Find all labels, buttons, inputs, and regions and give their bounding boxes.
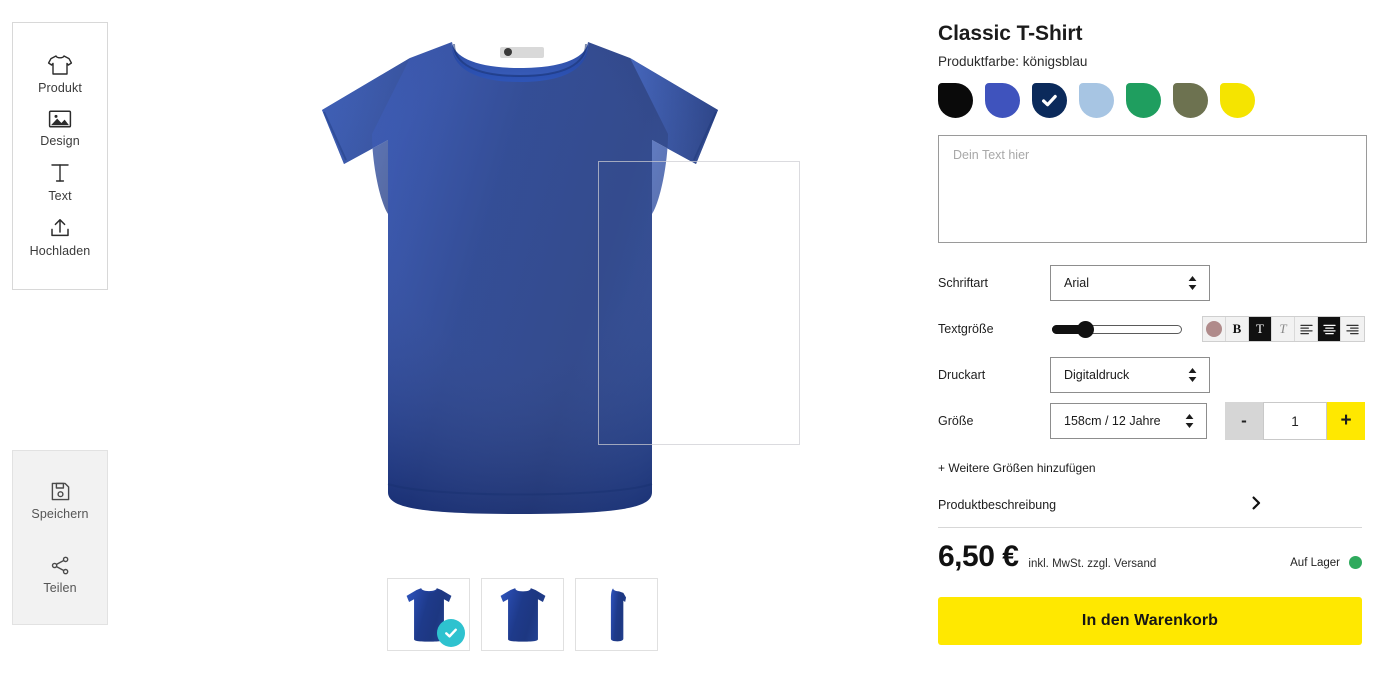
text-format-toolbar: B T T [1202,316,1365,342]
sidebar-label-hochladen: Hochladen [29,244,91,258]
add-more-sizes-link[interactable]: + Weitere Größen hinzufügen [938,461,1365,475]
color-swatch-hellblau[interactable] [1079,83,1114,118]
slider-thumb[interactable] [1077,321,1094,338]
quantity-stepper: - 1 + [1225,402,1365,440]
quantity-decrease-button[interactable]: - [1225,402,1263,440]
sidebar-item-design[interactable]: Design [13,109,107,148]
tool-rail-secondary: Speichern Teilen [12,450,108,625]
color-swatch-blau[interactable] [985,83,1020,118]
chevron-updown-icon [1188,368,1197,382]
chevron-updown-icon [1185,414,1194,428]
product-description-accordion[interactable]: Produktbeschreibung [938,496,1365,527]
font-select-value: Arial [1064,276,1090,290]
status-badge: Auf Lager [1290,556,1362,569]
color-swatch-gelb[interactable] [1220,83,1255,118]
design-text-input[interactable] [938,135,1367,243]
price-note: inkl. MwSt. zzgl. Versand [1028,558,1157,570]
size-select-value: 158cm / 12 Jahre [1064,414,1161,428]
tool-rail-primary: Produkt Design Text Hochladen [12,22,108,290]
chevron-right-icon [1252,496,1261,513]
add-to-cart-button[interactable]: In den Warenkorb [938,597,1362,645]
color-swatch-gruen[interactable] [1126,83,1161,118]
price-amount: 6,50 € [938,540,1019,573]
size-row: Größe 158cm / 12 Jahre - 1 + [938,399,1365,443]
print-type-label: Druckart [938,368,986,382]
quantity-increase-button[interactable]: + [1327,402,1365,440]
color-swatch-koenigsblau[interactable] [1032,83,1067,118]
text-size-label: Textgröße [938,322,994,336]
sidebar-item-produkt[interactable]: Produkt [13,54,107,95]
align-left-icon[interactable] [1295,317,1318,341]
product-designer-app: Produkt Design Text Hochladen Speichern … [0,0,1385,682]
upload-icon [48,217,72,239]
sidebar-item-speichern[interactable]: Speichern [13,481,107,521]
sidebar-item-teilen[interactable]: Teilen [13,555,107,595]
print-type-select[interactable]: Digitaldruck [1050,357,1210,393]
quantity-input[interactable]: 1 [1263,402,1327,440]
text-size-slider[interactable] [1052,321,1182,338]
product-description-label: Produktbeschreibung [938,497,1057,512]
size-select[interactable]: 158cm / 12 Jahre [1050,403,1207,439]
share-icon [50,555,71,576]
text-size-row: Textgröße B T T [938,307,1365,351]
selected-color-label: Produktfarbe: königsblau [938,54,1088,69]
price-row: 6,50 € inkl. MwSt. zzgl. Versand Auf Lag… [938,542,1362,572]
thumbnail-side[interactable] [575,578,658,651]
align-right-icon[interactable] [1341,317,1364,341]
size-label: Größe [938,414,974,428]
bold-icon[interactable]: B [1226,317,1249,341]
color-swatch-schwarz[interactable] [938,83,973,118]
image-icon [48,109,72,129]
sidebar-label-speichern: Speichern [31,506,89,521]
font-label: Schriftart [938,276,989,290]
italic-icon[interactable]: T [1272,317,1295,341]
product-canvas[interactable] [120,0,920,565]
thumbnail-front[interactable] [387,578,470,651]
thumbnail-strip [387,578,658,651]
sidebar-label-produkt: Produkt [38,81,82,95]
tshirt-icon [47,54,73,76]
sidebar-label-design: Design [40,134,80,148]
text-color-icon[interactable] [1203,317,1226,341]
stock-indicator-dot [1349,556,1362,569]
align-center-icon[interactable] [1318,317,1341,341]
sidebar-item-hochladen[interactable]: Hochladen [13,217,107,258]
sidebar-item-text[interactable]: Text [13,162,107,203]
save-icon [50,481,71,502]
check-icon [1040,91,1059,110]
tshirt-preview-image [322,42,718,514]
print-type-row: Druckart Digitaldruck [938,353,1365,397]
chevron-updown-icon [1188,276,1197,290]
sidebar-label-teilen: Teilen [43,580,77,595]
color-swatch-group [938,83,1365,118]
product-preview[interactable] [300,14,800,544]
font-serif-icon[interactable]: T [1249,317,1272,341]
print-type-value: Digitaldruck [1064,368,1130,382]
page-title: Classic T-Shirt [938,22,1083,45]
section-divider [938,527,1362,528]
text-icon [49,162,71,184]
product-options-panel: Classic T-Shirt Produktfarbe: königsblau… [936,0,1385,682]
thumbnail-back[interactable] [481,578,564,651]
stock-label: Auf Lager [1290,556,1340,569]
thumbnail-selected-badge [437,619,465,647]
sidebar-label-text: Text [48,189,72,203]
font-row: Schriftart Arial [938,261,1365,305]
font-select[interactable]: Arial [1050,265,1210,301]
color-swatch-oliv[interactable] [1173,83,1208,118]
